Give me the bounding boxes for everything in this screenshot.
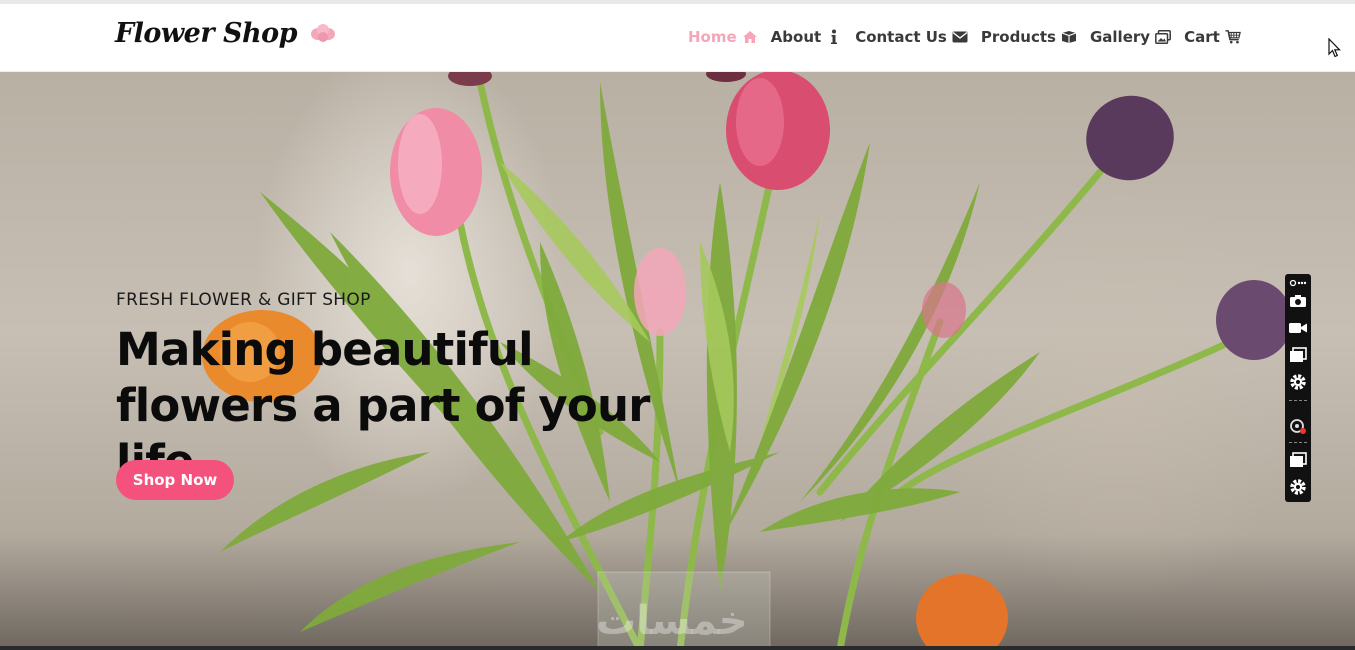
toolbar-divider (1289, 400, 1307, 401)
window-icon[interactable] (1288, 450, 1308, 470)
nav-home-label: Home (688, 28, 737, 46)
main-nav: Home About Contact Us Products Gallery C… (688, 28, 1254, 46)
hero-content: FRESH FLOWER & GIFT SHOP Making beautifu… (116, 290, 736, 500)
info-icon (826, 29, 842, 45)
watermark: خمسات (596, 598, 748, 644)
images-icon (1155, 29, 1172, 45)
nav-contact[interactable]: Contact Us (855, 28, 968, 46)
video-icon[interactable] (1288, 318, 1308, 338)
shop-now-button[interactable]: Shop Now (116, 460, 234, 500)
video-progress-bar[interactable] (0, 646, 1355, 650)
site-header: Flower Shop Home About Contact Us Produc… (0, 4, 1355, 72)
box-icon (1061, 29, 1077, 45)
flower-logo-icon (311, 23, 335, 42)
envelope-icon (952, 29, 968, 45)
home-icon (742, 29, 758, 45)
hero-eyebrow: FRESH FLOWER & GIFT SHOP (116, 290, 371, 310)
mouse-cursor-icon (1328, 38, 1341, 58)
nav-about-label: About (770, 28, 822, 46)
nav-gallery-label: Gallery (1089, 28, 1151, 46)
nav-products[interactable]: Products (981, 28, 1077, 46)
toolbar-divider (1289, 442, 1307, 443)
hero-section: FRESH FLOWER & GIFT SHOP Making beautifu… (0, 72, 1355, 650)
nav-home[interactable]: Home (688, 28, 758, 46)
gear-icon[interactable] (1288, 477, 1308, 497)
nav-cart[interactable]: Cart (1184, 28, 1241, 46)
window-icon[interactable] (1288, 345, 1308, 365)
timer-icon[interactable] (1288, 416, 1308, 436)
nav-contact-label: Contact Us (855, 28, 947, 46)
recorder-toolbar (1285, 274, 1311, 502)
camera-icon[interactable] (1288, 291, 1308, 311)
cart-icon (1225, 29, 1241, 45)
logo-text: Flower Shop (115, 18, 298, 49)
logo[interactable]: Flower Shop (115, 18, 337, 49)
nav-products-label: Products (980, 28, 1056, 46)
nav-gallery[interactable]: Gallery (1089, 28, 1172, 46)
nav-cart-label: Cart (1184, 28, 1220, 46)
link-icon[interactable] (1288, 276, 1308, 290)
gear-icon[interactable] (1288, 372, 1308, 392)
nav-about[interactable]: About (771, 28, 843, 46)
hero-headline-line1: Making beautiful (116, 323, 534, 376)
